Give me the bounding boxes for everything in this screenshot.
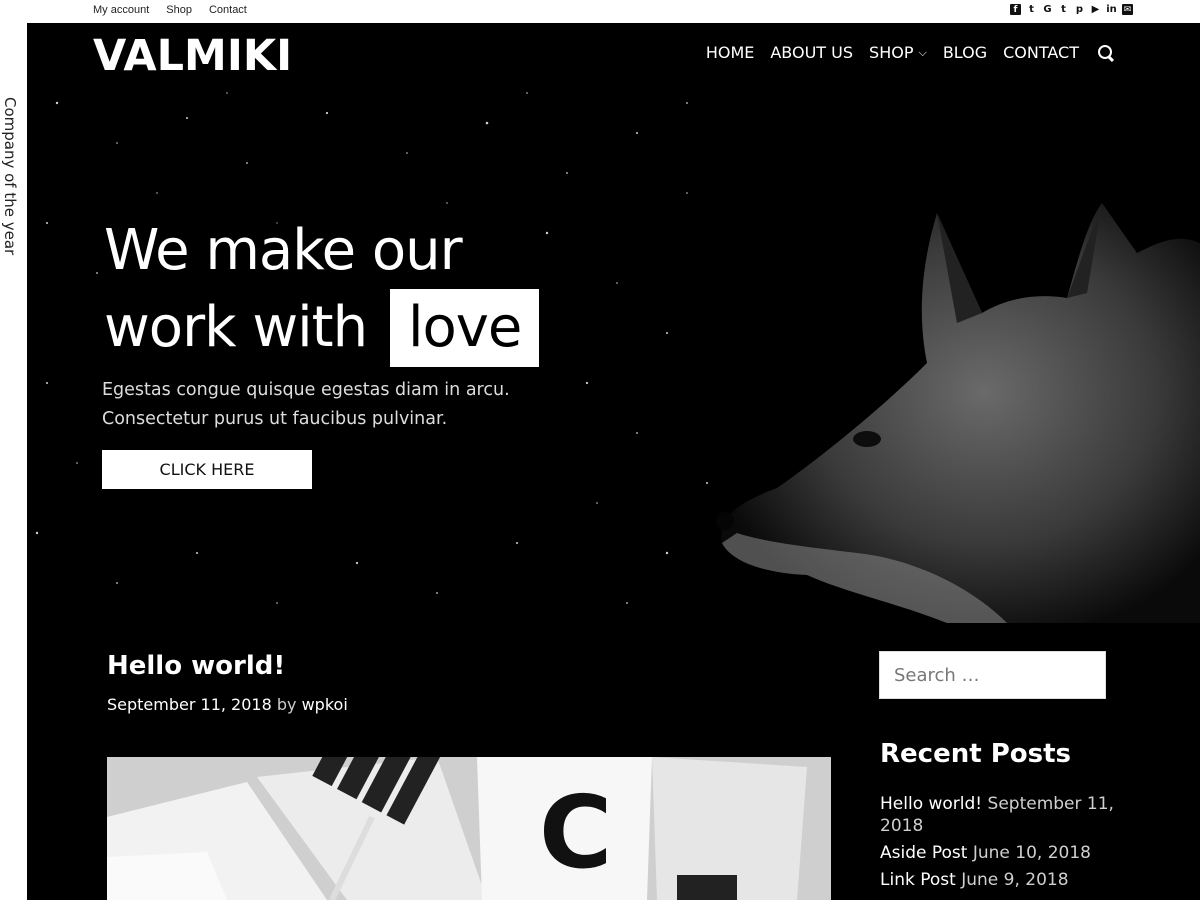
search-icon[interactable] <box>1097 44 1115 62</box>
hero-subtitle: Egestas congue quisque egestas diam in a… <box>102 376 582 434</box>
email-icon[interactable]: ✉ <box>1122 4 1133 15</box>
top-links: My account Shop Contact <box>93 3 264 17</box>
post-author[interactable]: wpkoi <box>302 695 348 714</box>
facebook-icon[interactable]: f <box>1010 4 1021 15</box>
contact-link[interactable]: Contact <box>209 3 247 17</box>
recent-post-date: June 9, 2018 <box>961 870 1069 890</box>
list-item: Aside Post June 10, 2018 <box>880 842 1120 864</box>
hero-subtitle-line2: Consectetur purus ut faucibus pulvinar. <box>102 409 448 429</box>
main-nav: HOME ABOUT US SHOP ⌵ BLOG CONTACT <box>690 43 1115 62</box>
twitter-icon[interactable]: t <box>1026 3 1037 16</box>
hero-title-highlight: love <box>389 289 540 367</box>
post-meta: September 11, 2018 by wpkoi <box>107 695 348 714</box>
social-links: f t G t p ▶ in ✉ <box>1010 3 1133 16</box>
post-date[interactable]: September 11, 2018 <box>107 695 272 714</box>
linkedin-icon[interactable]: in <box>1106 3 1117 16</box>
search-input[interactable]: Search … <box>879 651 1106 699</box>
side-label: Company of the year <box>0 97 26 272</box>
recent-post-date: June 10, 2018 <box>972 843 1091 863</box>
top-bar: My account Shop Contact f t G t p ▶ in ✉ <box>0 0 1200 23</box>
pinterest-icon[interactable]: p <box>1074 3 1085 16</box>
hero-title: We make our work with love <box>104 213 540 367</box>
hero-subtitle-line1: Egestas congue quisque egestas diam in a… <box>102 380 510 400</box>
recent-post-link[interactable]: Aside Post <box>880 843 967 863</box>
shop-link[interactable]: Shop <box>166 3 192 17</box>
chevron-down-icon: ⌵ <box>918 45 927 59</box>
hero-title-line2: work with <box>104 295 368 360</box>
svg-text:C: C <box>539 774 612 891</box>
post-featured-image[interactable]: C <box>107 757 831 900</box>
tumblr-icon[interactable]: t <box>1058 3 1069 16</box>
nav-blog[interactable]: BLOG <box>943 43 987 62</box>
nav-contact[interactable]: CONTACT <box>1003 43 1079 62</box>
list-item: Hello world! September 11, 2018 <box>880 793 1120 837</box>
list-item: Link Post June 9, 2018 <box>880 869 1120 891</box>
site-logo[interactable]: VALMIKI <box>93 31 292 81</box>
my-account-link[interactable]: My account <box>93 3 149 17</box>
nav-home[interactable]: HOME <box>706 43 755 62</box>
recent-post-link[interactable]: Hello world! <box>880 794 982 814</box>
hero-title-line1: We make our <box>104 218 463 283</box>
recent-posts-list: Hello world! September 11, 2018 Aside Po… <box>880 793 1120 896</box>
post-by-label: by <box>276 695 297 714</box>
recent-post-link[interactable]: Link Post <box>880 870 956 890</box>
fox-image <box>716 203 1200 623</box>
click-here-button[interactable]: CLICK HERE <box>102 450 312 489</box>
recent-posts-title: Recent Posts <box>880 739 1071 769</box>
post-title[interactable]: Hello world! <box>107 651 285 681</box>
nav-shop-label: SHOP <box>869 43 914 62</box>
google-icon[interactable]: G <box>1042 3 1053 16</box>
side-label-text: Company of the year <box>1 97 19 256</box>
nav-shop[interactable]: SHOP ⌵ <box>869 43 927 62</box>
youtube-icon[interactable]: ▶ <box>1090 3 1101 16</box>
nav-about-us[interactable]: ABOUT US <box>770 43 853 62</box>
main-content: VALMIKI HOME ABOUT US SHOP ⌵ BLOG CONTAC… <box>27 23 1200 900</box>
